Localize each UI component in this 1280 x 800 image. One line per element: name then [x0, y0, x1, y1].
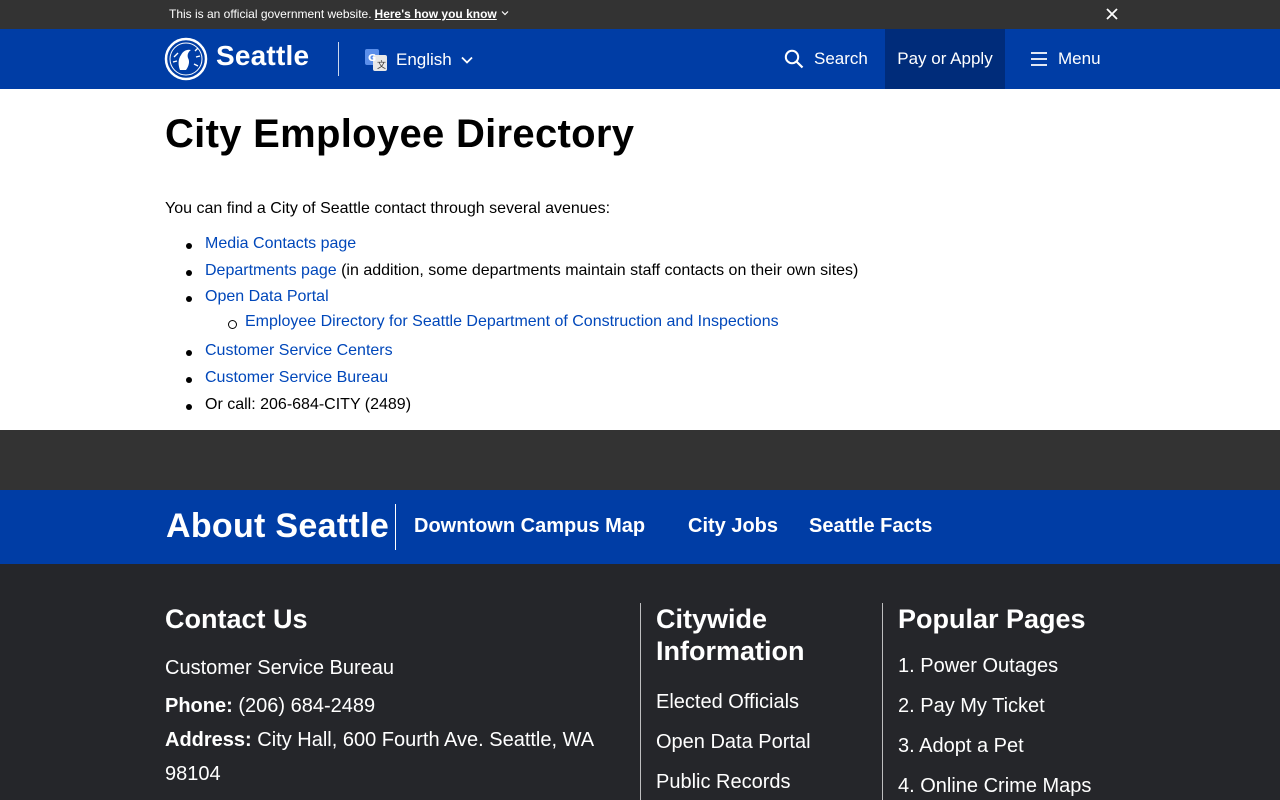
phone-label: Phone:: [165, 695, 233, 717]
about-seattle-bar: About Seattle Downtown Campus Map City J…: [0, 490, 1280, 564]
citywide-information-heading: Citywide Information: [656, 603, 805, 667]
citywide-heading-line-1: Citywide: [656, 604, 768, 634]
menu-button[interactable]: Menu: [1030, 29, 1101, 89]
site-footer: Contact Us Customer Service Bureau Phone…: [0, 564, 1280, 800]
contact-address: Address: City Hall, 600 Fourth Ave. Seat…: [165, 729, 594, 752]
departments-note: (in addition, some departments maintain …: [336, 262, 859, 279]
phone-number[interactable]: (206) 684-2489: [238, 695, 375, 717]
call-text: Or call: 206-684-CITY (2489): [205, 396, 412, 413]
sub-list-item: Employee Directory for Seattle Departmen…: [228, 313, 779, 331]
seattle-seal-icon[interactable]: [164, 37, 208, 81]
official-banner-label: This is an official government website.: [169, 7, 372, 21]
popular-pages-heading: Popular Pages: [898, 604, 1086, 634]
translate-icon: G 文: [365, 49, 387, 71]
address-label: Address:: [165, 729, 252, 751]
chevron-down-icon: [461, 56, 473, 64]
seattle-brand-link[interactable]: Seattle: [216, 40, 309, 72]
sdci-employee-directory-link[interactable]: Employee Directory for Seattle Departmen…: [245, 313, 779, 330]
search-button[interactable]: Search: [784, 29, 868, 89]
address-line-2: 98104: [165, 763, 221, 785]
address-line-1: City Hall, 600 Fourth Ave. Seattle, WA: [257, 729, 595, 751]
media-contacts-link[interactable]: Media Contacts page: [205, 235, 356, 252]
search-label: Search: [814, 49, 868, 68]
header-divider: [338, 42, 339, 76]
language-label: English: [396, 50, 452, 69]
list-item: Or call: 206-684-CITY (2489): [185, 396, 412, 414]
contact-phone: Phone: (206) 684-2489: [165, 695, 375, 718]
page-title: City Employee Directory: [165, 112, 635, 156]
site-header: Seattle G 文 English Search Pay or Apply …: [0, 29, 1280, 89]
list-item: Open Data Portal: [186, 288, 329, 306]
heres-how-you-know-link[interactable]: Here's how you know: [375, 7, 497, 21]
power-outages-link[interactable]: 1. Power Outages: [898, 655, 1058, 678]
menu-label: Menu: [1058, 49, 1101, 68]
city-jobs-link[interactable]: City Jobs: [688, 515, 778, 538]
intro-text: You can find a City of Seattle contact t…: [165, 200, 611, 217]
online-crime-maps-link[interactable]: 4. Online Crime Maps: [898, 775, 1091, 798]
list-item: Departments page (in addition, some depa…: [185, 262, 859, 280]
open-data-portal-footer-link[interactable]: Open Data Portal: [656, 731, 811, 754]
pay-my-ticket-link[interactable]: 2. Pay My Ticket: [898, 695, 1045, 718]
departments-link[interactable]: Departments page: [205, 262, 337, 279]
hamburger-icon: [1031, 52, 1047, 66]
customer-service-bureau-link[interactable]: Customer Service Bureau: [205, 369, 388, 386]
official-banner-text: This is an official government website. H…: [169, 7, 509, 21]
gray-band: [0, 430, 1280, 490]
elected-officials-link[interactable]: Elected Officials: [656, 691, 799, 714]
svg-text:文: 文: [377, 59, 386, 71]
pay-or-apply-button[interactable]: Pay or Apply: [885, 29, 1005, 89]
open-data-portal-link[interactable]: Open Data Portal: [205, 288, 329, 305]
contact-name: Customer Service Bureau: [165, 657, 394, 679]
list-item: Customer Service Bureau: [185, 369, 388, 387]
svg-text:G: G: [368, 53, 376, 64]
footer-divider: [882, 603, 883, 800]
official-banner: This is an official government website. H…: [0, 0, 1280, 29]
search-icon: [784, 49, 804, 69]
downtown-campus-map-link[interactable]: Downtown Campus Map: [414, 515, 645, 538]
customer-service-centers-link[interactable]: Customer Service Centers: [205, 342, 393, 359]
language-selector[interactable]: G 文 English: [364, 47, 473, 73]
about-divider: [395, 504, 396, 550]
seattle-facts-link[interactable]: Seattle Facts: [809, 515, 932, 538]
about-seattle-title: About Seattle: [166, 507, 390, 545]
public-records-link[interactable]: Public Records: [656, 771, 791, 794]
close-icon[interactable]: [1104, 6, 1120, 22]
list-item: Customer Service Centers: [186, 342, 393, 360]
citywide-heading-line-2: Information: [656, 636, 805, 666]
chevron-down-icon[interactable]: [501, 9, 509, 17]
footer-divider: [640, 603, 641, 800]
list-item: Media Contacts page: [185, 235, 356, 253]
contact-us-heading: Contact Us: [165, 604, 308, 634]
adopt-a-pet-link[interactable]: 3. Adopt a Pet: [898, 735, 1024, 758]
